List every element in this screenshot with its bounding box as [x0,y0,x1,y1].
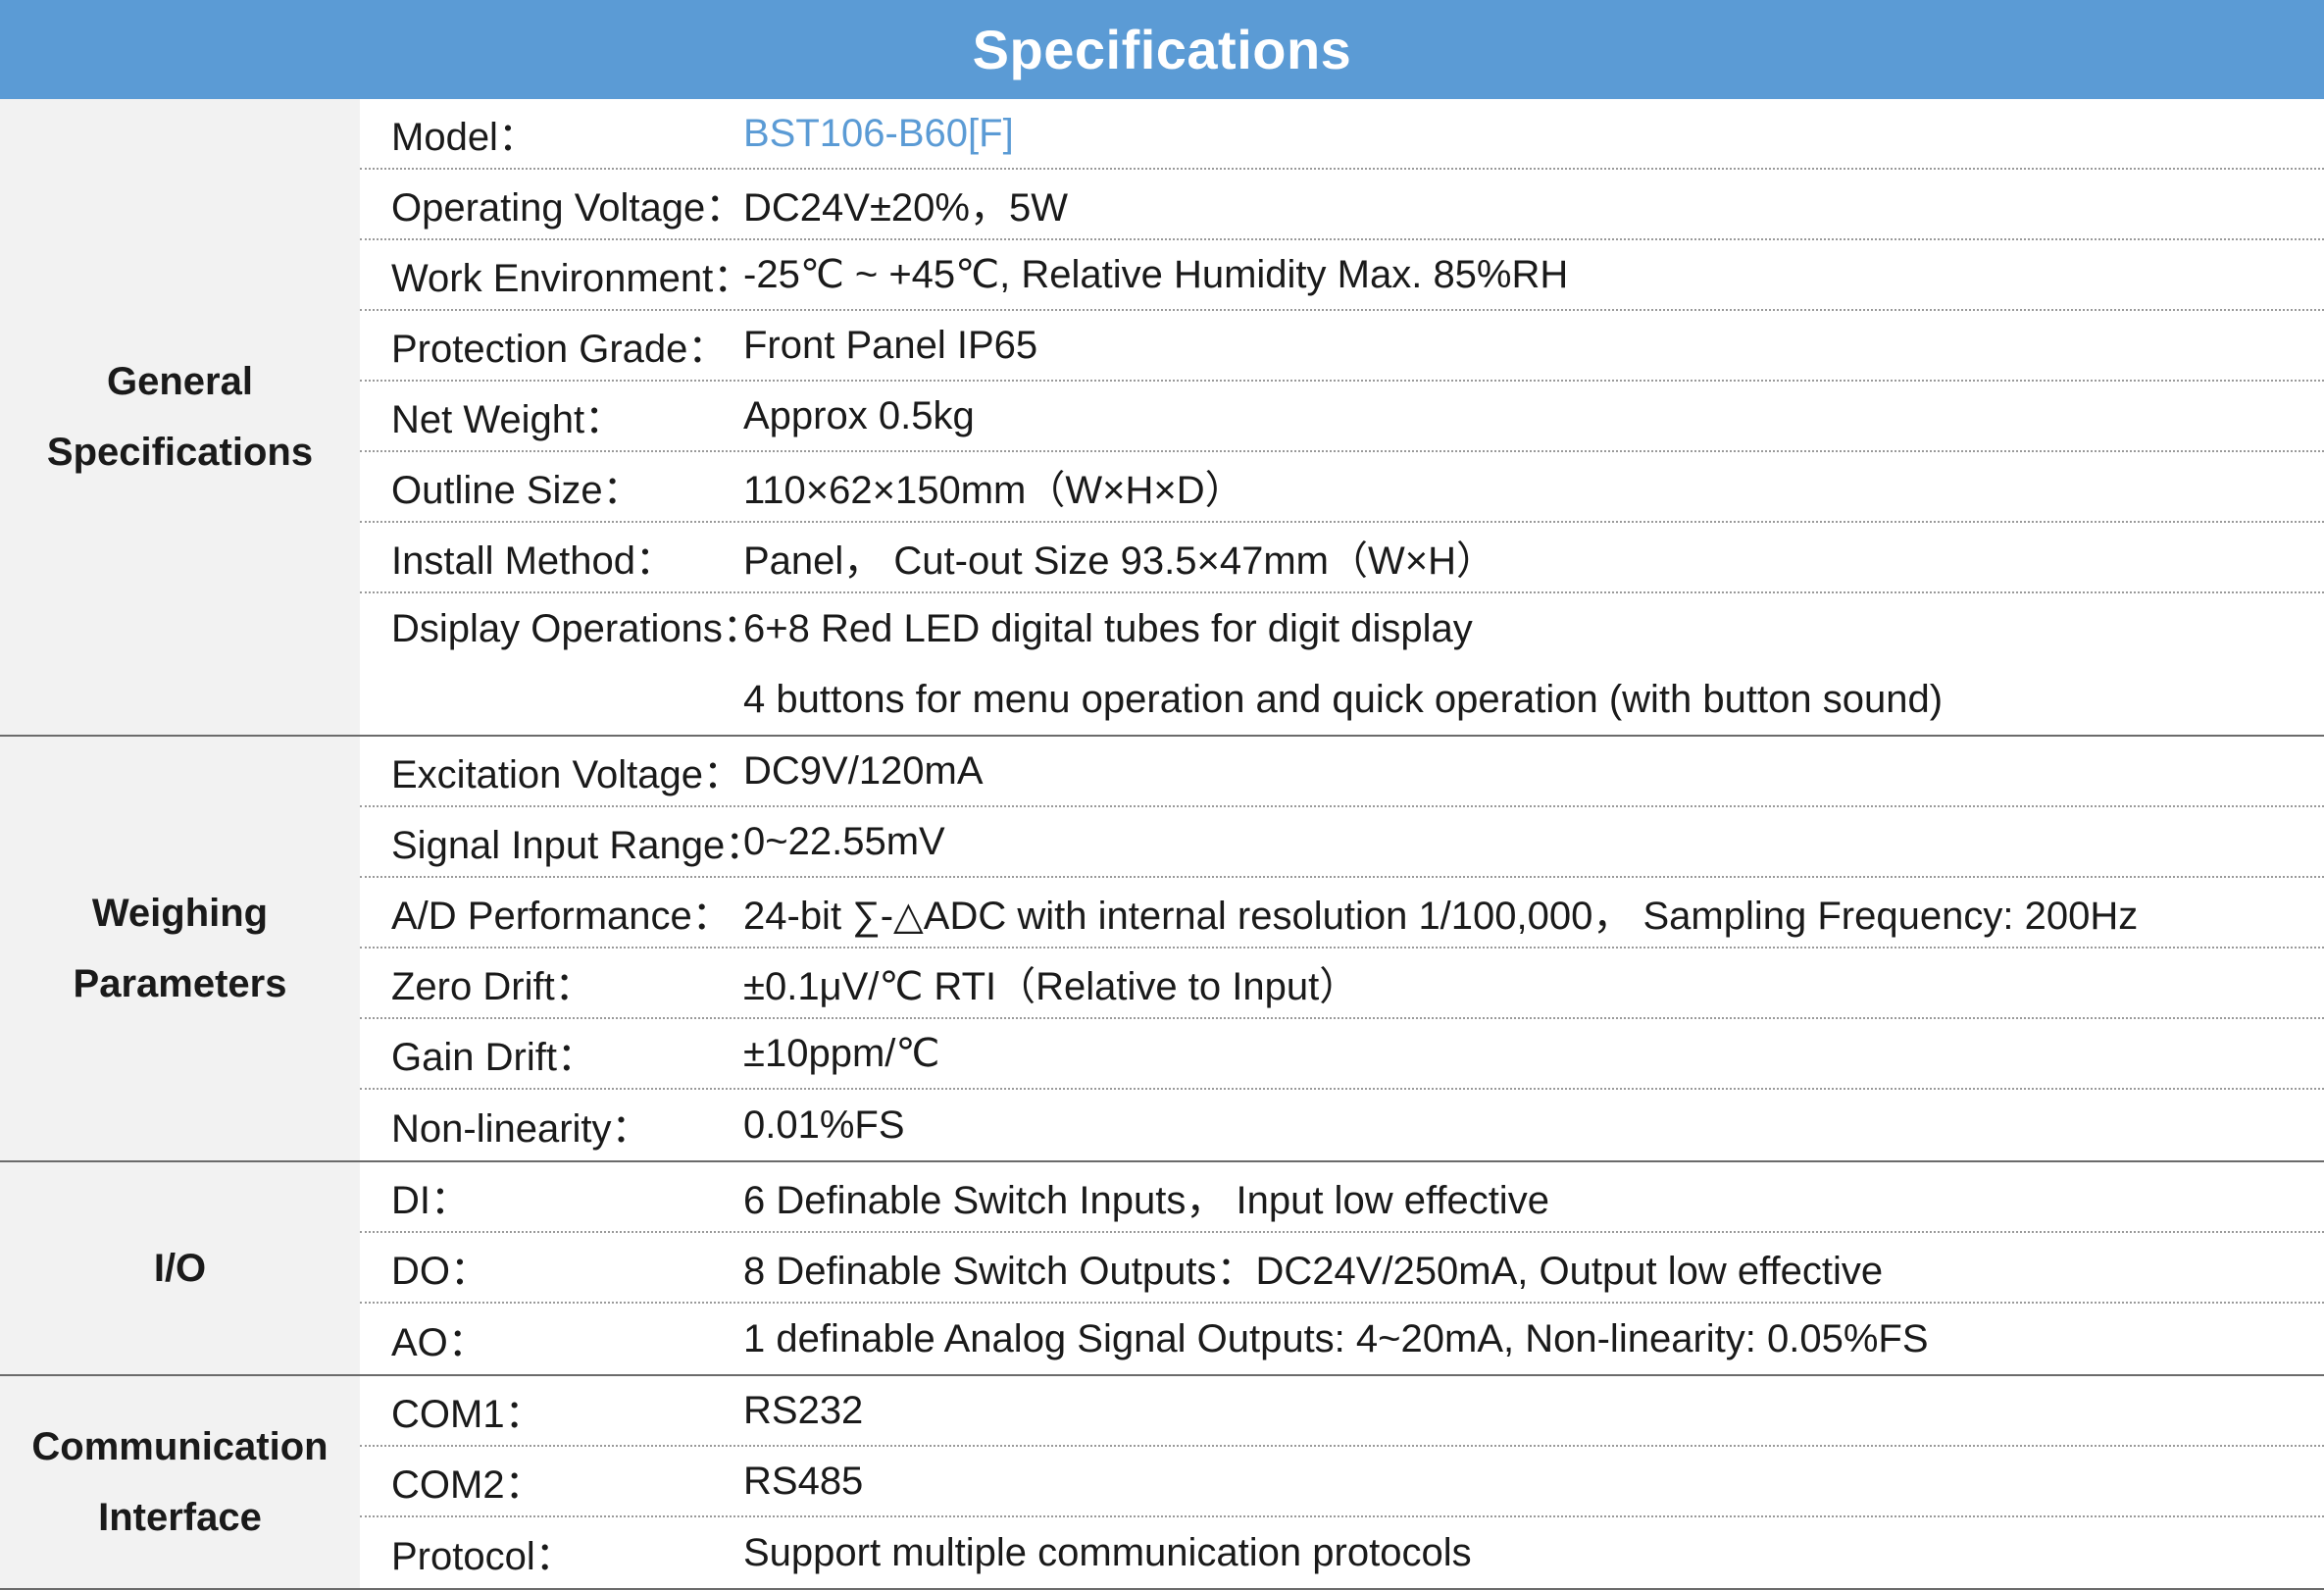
spec-value: 24-bit ∑-△ADC with internal resolution 1… [743,895,2139,938]
spec-value: Front Panel IP65 [743,323,1038,367]
spec-row: Install Method： Panel， Cut-out Size 93.5… [360,523,2324,593]
section-communication: Communication Interface COM1： RS232 COM2… [0,1376,2324,1590]
section-heading-line1: Communication [31,1425,328,1468]
spec-value: DC24V±20%，5W [743,186,1068,230]
spec-row: DO： 8 Definable Switch Outputs：DC24V/250… [360,1233,2324,1304]
spec-row: DI： 6 Definable Switch Inputs， Input low… [360,1162,2324,1233]
spec-row: Signal Input Range： 0~22.55mV [360,807,2324,878]
spec-label: Zero Drift： [391,965,594,1008]
spec-value: ±0.1μV/℃ RTI（Relative to Input） [743,965,1359,1008]
spec-label: Signal Input Range： [391,824,765,867]
section-general: General Specifications Model： BST106-B60… [0,99,2324,737]
spec-value-continued: 4 buttons for menu operation and quick o… [743,678,1944,721]
spec-value: 0.01%FS [743,1103,905,1147]
spec-value: 110×62×150mm（W×H×D） [743,469,1244,512]
spec-label: DO： [391,1250,489,1293]
spec-row: Gain Drift： ±10ppm/℃ [360,1019,2324,1090]
spec-row: Excitation Voltage： DC9V/120mA [360,737,2324,807]
section-heading-line2: Parameters [73,962,287,1005]
spec-label: A/D Performance： [391,895,732,938]
spec-row: Protocol： Support multiple communication… [360,1517,2324,1588]
spec-label: Net Weight： [391,398,625,441]
spec-value: Panel， Cut-out Size 93.5×47mm（W×H） [743,539,1495,583]
spec-row: A/D Performance： 24-bit ∑-△ADC with inte… [360,878,2324,949]
spec-row: Model： BST106-B60[F] [360,99,2324,170]
section-heading: Weighing Parameters [0,737,360,1160]
section-heading-line1: I/O [153,1247,207,1290]
spec-label: Work Environment： [391,257,753,300]
spec-label: Model： [391,116,537,159]
spec-label: Outline Size： [391,469,642,512]
spec-row: AO： 1 definable Analog Signal Outputs: 4… [360,1304,2324,1374]
spec-label: COM1： [391,1393,544,1436]
spec-row: COM1： RS232 [360,1376,2324,1447]
spec-value: -25℃ ~ +45℃, Relative Humidity Max. 85%R… [743,253,1569,296]
spec-value: ±10ppm/℃ [743,1032,940,1075]
section-io: I/O DI： 6 Definable Switch Inputs， Input… [0,1162,2324,1376]
spec-label: AO： [391,1321,487,1364]
spec-label: Protection Grade： [391,328,728,371]
section-weighing: Weighing Parameters Excitation Voltage： … [0,737,2324,1162]
spec-row: Outline Size： 110×62×150mm（W×H×D） [360,452,2324,523]
spec-row: Dsiplay Operations： 6+8 Red LED digital … [360,593,2324,735]
spec-row: Net Weight： Approx 0.5kg [360,382,2324,452]
spec-value: RS232 [743,1388,864,1432]
spec-label: Install Method： [391,539,676,583]
spec-value: 0~22.55mV [743,819,945,863]
spec-value: 6+8 Red LED digital tubes for digit disp… [743,607,1473,650]
spec-label: COM2： [391,1463,544,1507]
section-heading-line2: Specifications [46,431,314,474]
section-heading: General Specifications [0,99,360,735]
spec-table: General Specifications Model： BST106-B60… [0,99,2324,1590]
spec-value: DC9V/120mA [743,748,984,793]
spec-row: COM2： RS485 [360,1447,2324,1517]
spec-label: Protocol： [391,1535,575,1578]
spec-value: Support multiple communication protocols [743,1530,1472,1574]
spec-label: Gain Drift： [391,1036,596,1079]
spec-label: Operating Voltage： [391,186,745,230]
spec-label: Non-linearity： [391,1107,651,1151]
spec-row: Zero Drift： ±0.1μV/℃ RTI（Relative to Inp… [360,949,2324,1019]
spec-row: Operating Voltage： DC24V±20%，5W [360,170,2324,240]
section-heading: I/O [0,1162,360,1374]
spec-row: Work Environment： -25℃ ~ +45℃, Relative … [360,240,2324,311]
section-heading-line1: Weighing [91,892,269,935]
spec-value: 8 Definable Switch Outputs：DC24V/250mA, … [743,1250,1884,1293]
spec-row: Non-linearity： 0.01%FS [360,1090,2324,1160]
section-heading: Communication Interface [0,1376,360,1588]
spec-label: DI： [391,1179,470,1222]
spec-value: BST106-B60[F] [743,111,1014,155]
spec-label: Dsiplay Operations： [391,607,762,650]
spec-value: Approx 0.5kg [743,393,975,437]
page-title: Specifications [0,0,2324,99]
spec-row: Protection Grade： Front Panel IP65 [360,311,2324,382]
section-heading-line1: General [107,360,253,403]
spec-value: 6 Definable Switch Inputs， Input low eff… [743,1179,1549,1222]
spec-label: Excitation Voltage： [391,753,742,796]
spec-value: 1 definable Analog Signal Outputs: 4~20m… [743,1316,1929,1360]
spec-value: RS485 [743,1459,864,1503]
section-heading-line2: Interface [98,1496,262,1539]
